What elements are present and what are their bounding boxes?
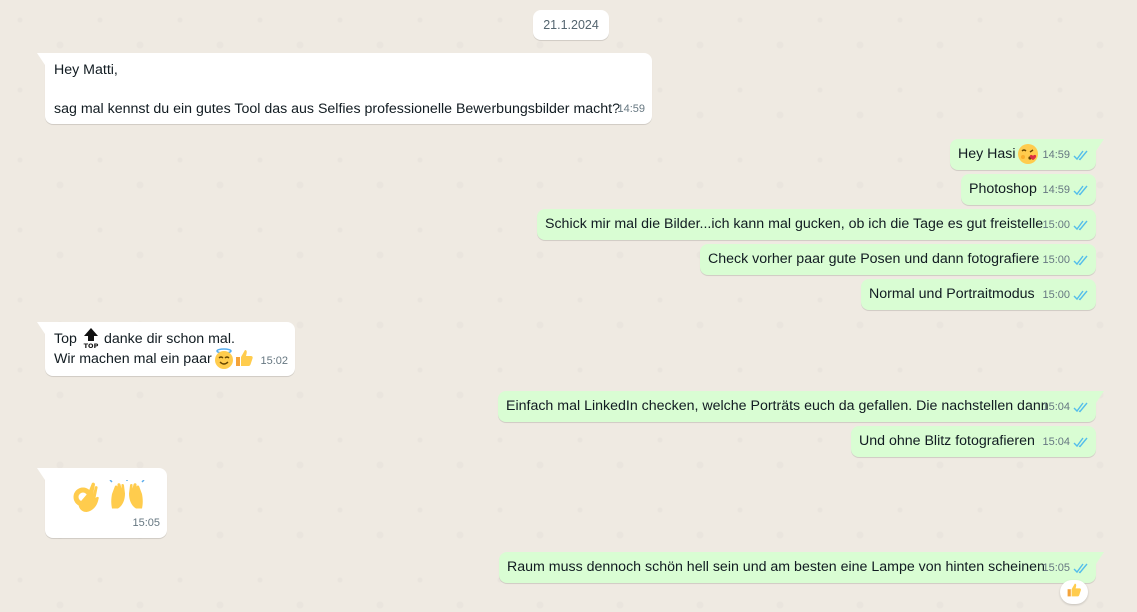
message-meta: 15:04 xyxy=(1042,432,1089,452)
message-text: Check vorher paar gute Posen und dann fo… xyxy=(708,251,1040,267)
double-check-icon xyxy=(1073,220,1088,230)
message-meta: 15:00 xyxy=(1042,215,1089,235)
message-text: sag mal kennst du ein gutes Tool das aus… xyxy=(54,101,620,117)
svg-text:TOP: TOP xyxy=(84,342,99,349)
double-check-icon xyxy=(1073,150,1088,160)
message-time: 15:02 xyxy=(260,355,288,367)
reaction-badge[interactable] xyxy=(1060,580,1088,604)
message-meta: 14:59 xyxy=(1042,145,1089,165)
message-text: Raum muss dennoch schön hell sein und am… xyxy=(507,559,1045,575)
message-meta: 15:04 xyxy=(1042,397,1089,417)
ok-hand-icon xyxy=(71,481,103,521)
message-text: Einfach mal LinkedIn checken, welche Por… xyxy=(506,398,1049,414)
message-meta: 15:05 xyxy=(1042,558,1089,578)
message-outgoing[interactable]: Normal und Portraitmodus 15:00 xyxy=(861,279,1096,310)
message-text: Und ohne Blitz fotografieren xyxy=(859,433,1035,449)
message-outgoing[interactable]: Raum muss dennoch schön hell sein und am… xyxy=(499,552,1104,583)
message-meta: 15:00 xyxy=(1042,250,1089,270)
message-meta: 15:00 xyxy=(1042,285,1089,305)
double-check-icon xyxy=(1073,290,1088,300)
message-outgoing[interactable]: Schick mir mal die Bilder...ich kann mal… xyxy=(537,209,1096,240)
face-blowing-kiss-icon xyxy=(1017,143,1039,171)
message-meta: 14:59 xyxy=(1042,180,1089,200)
thumbs-up-icon xyxy=(1066,582,1082,603)
message-time: 14:59 xyxy=(617,103,645,115)
message-text: Schick mir mal die Bilder...ich kann mal… xyxy=(545,216,1044,232)
message-text: danke dir schon mal. xyxy=(104,331,235,347)
message-time: 15:05 xyxy=(132,517,160,529)
message-outgoing[interactable]: Einfach mal LinkedIn checken, welche Por… xyxy=(498,391,1104,422)
smiling-face-with-halo-icon xyxy=(214,348,234,376)
message-incoming[interactable]: Hey Matti, sag mal kennst du ein gutes T… xyxy=(37,53,652,124)
double-check-icon xyxy=(1073,255,1088,265)
message-outgoing[interactable]: Photoshop 14:59 xyxy=(961,174,1096,205)
message-outgoing[interactable]: Und ohne Blitz fotografieren 15:04 xyxy=(851,426,1096,457)
double-check-icon xyxy=(1073,563,1088,573)
message-text: Hey Hasi xyxy=(958,146,1016,162)
message-incoming[interactable]: 15:05 xyxy=(37,468,167,538)
date-separator: 21.1.2024 xyxy=(533,10,609,40)
message-incoming[interactable]: Top TOP danke dir schon mal. Wir machen … xyxy=(37,322,295,376)
message-outgoing[interactable]: Hey Hasi 14:59 xyxy=(950,139,1104,171)
double-check-icon xyxy=(1073,402,1088,412)
thumbs-up-icon xyxy=(234,348,254,374)
message-text: Hey Matti, xyxy=(54,62,118,78)
message-text: Top xyxy=(54,331,77,347)
message-text: Normal und Portraitmodus xyxy=(869,286,1035,302)
double-check-icon xyxy=(1073,437,1088,447)
message-text: Photoshop xyxy=(969,181,1037,197)
message-outgoing[interactable]: Check vorher paar gute Posen und dann fo… xyxy=(700,244,1096,275)
message-text: Wir machen mal ein paar xyxy=(54,351,212,367)
double-check-icon xyxy=(1073,185,1088,195)
